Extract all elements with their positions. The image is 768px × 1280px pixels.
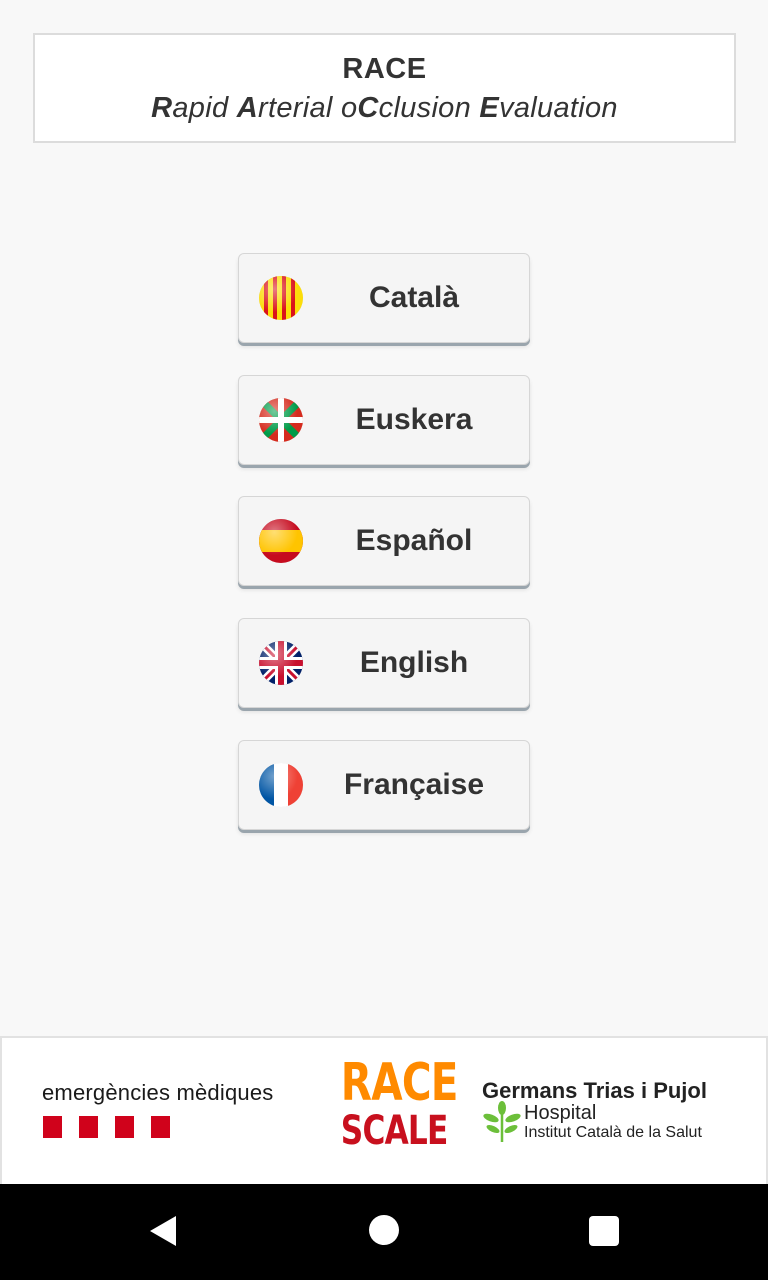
home-icon[interactable]	[369, 1215, 399, 1245]
app-title: RACE	[342, 53, 427, 85]
race-logo-bottom: SCALE	[340, 1108, 449, 1154]
hospital-logo: Germans Trias i Pujol Hospital Institut …	[482, 1078, 742, 1142]
sem-logo-square	[115, 1116, 134, 1138]
system-navigation-bar	[0, 1184, 768, 1280]
language-label: Català	[368, 281, 460, 314]
uk-flag-icon	[259, 641, 303, 685]
language-button-espanol[interactable]: Español	[238, 496, 530, 586]
catalonia-flag-icon	[259, 276, 303, 320]
sponsor-footer: emergències mèdiques RACE SCALE Germans …	[0, 1036, 768, 1184]
app-subtitle: Rapid Arterial oCclusion Evaluation	[151, 92, 618, 124]
language-button-euskera[interactable]: Euskera	[238, 375, 530, 465]
back-icon[interactable]	[146, 1214, 180, 1248]
language-button-english[interactable]: English	[238, 618, 530, 708]
spain-flag-icon	[259, 519, 303, 563]
institute-name: Institut Català de la Salut	[524, 1124, 702, 1141]
language-label: English	[359, 646, 469, 679]
race-scale-logo: RACE SCALE	[328, 1053, 459, 1154]
basque-flag-icon	[259, 398, 303, 442]
leaf-icon	[483, 1101, 521, 1142]
race-logo-top: RACE	[340, 1053, 459, 1113]
sem-logo-square	[151, 1116, 170, 1138]
sem-logo-square	[43, 1116, 62, 1138]
language-label: Español	[355, 524, 473, 557]
language-label: Française	[343, 768, 485, 801]
sem-logo-square	[79, 1116, 98, 1138]
sem-logo-text: emergències mèdiques	[42, 1080, 274, 1105]
language-label: Euskera	[355, 403, 473, 436]
france-flag-icon	[259, 763, 303, 807]
recent-apps-icon[interactable]	[589, 1216, 619, 1246]
language-button-catala[interactable]: Català	[238, 253, 530, 343]
hospital-word: Hospital	[524, 1102, 597, 1124]
language-button-francaise[interactable]: Française	[238, 740, 530, 830]
app-header: RACE Rapid Arterial oCclusion Evaluation	[33, 33, 736, 143]
